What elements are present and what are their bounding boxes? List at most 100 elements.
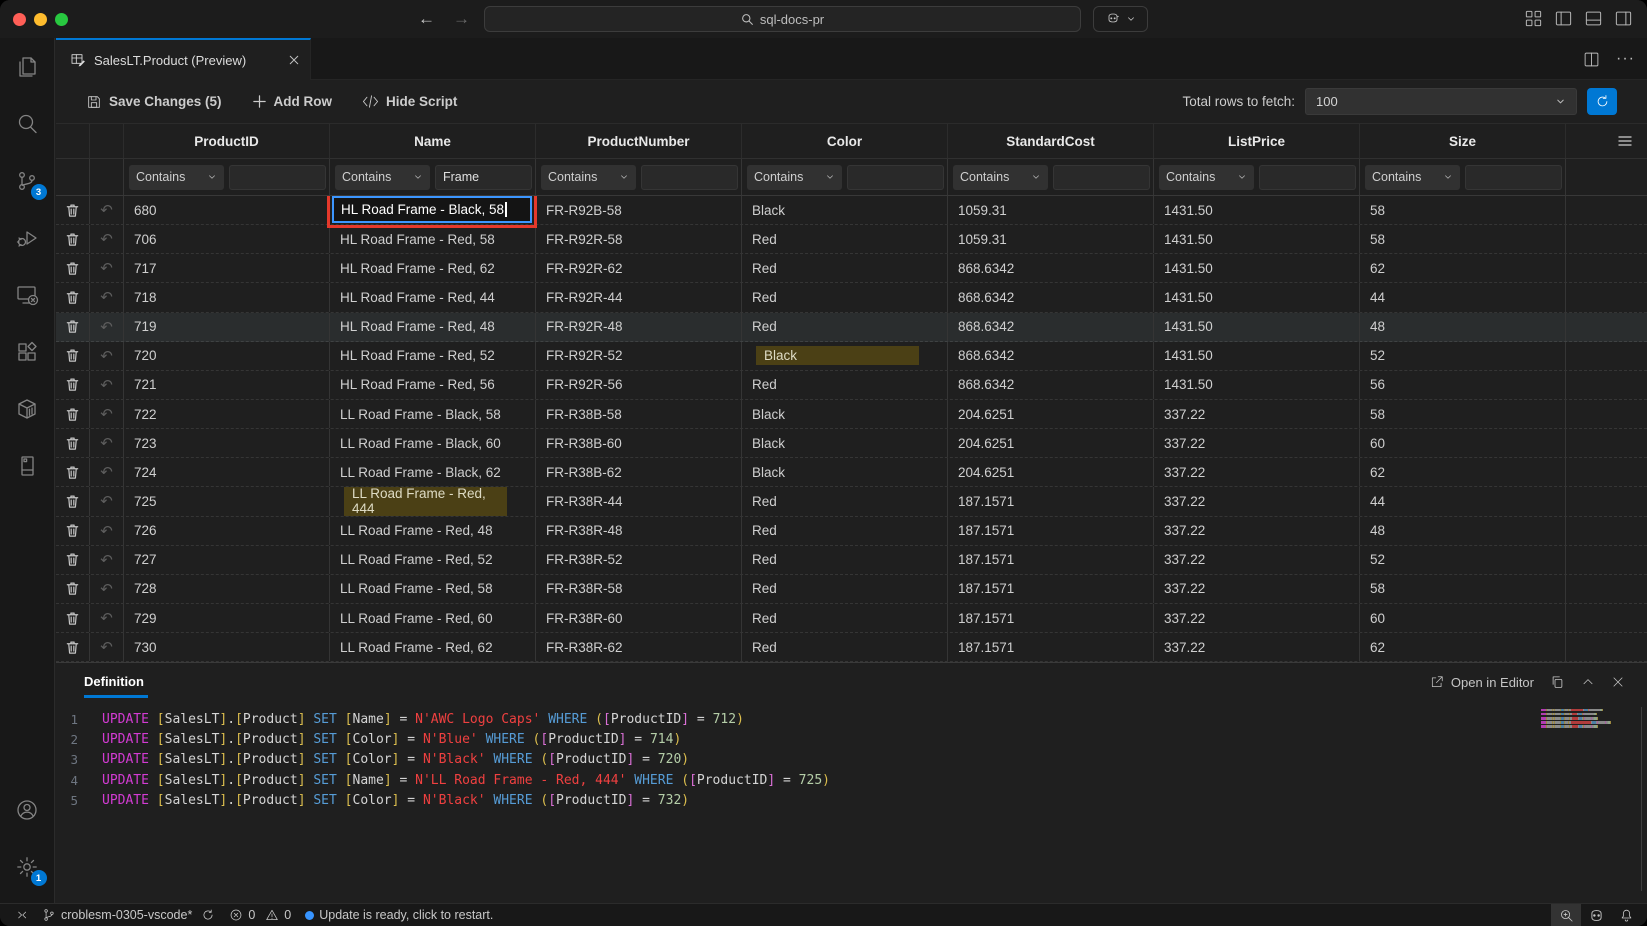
cell-size[interactable]: 62 [1360,458,1566,486]
cell-size[interactable]: 60 [1360,604,1566,632]
delete-row-button[interactable] [56,517,90,545]
close-panel-icon[interactable] [1611,675,1625,689]
undo-row-button[interactable]: ↶ [90,196,124,224]
cell-name[interactable]: HL Road Frame - Black, 58 [330,196,536,224]
cell-name[interactable]: HL Road Frame - Red, 48 [330,313,536,341]
cell-cost[interactable]: 868.6342 [948,283,1154,311]
problems-status-item[interactable]: 0 0 [229,908,291,922]
cell-color[interactable]: Black [742,429,948,457]
chevron-up-icon[interactable] [1581,675,1595,689]
cell-cost[interactable]: 204.6251 [948,400,1154,428]
delete-row-button[interactable] [56,371,90,399]
sidebar-item-explorer[interactable] [0,38,55,95]
cell-color[interactable]: Red [742,313,948,341]
cell-cost[interactable]: 868.6342 [948,371,1154,399]
cell-color[interactable]: Red [742,225,948,253]
tab-saleslt-product[interactable]: SalesLT.Product (Preview) [56,38,311,80]
toggle-secondary-sidebar-icon[interactable] [1614,9,1633,28]
sidebar-item-database[interactable] [0,437,55,494]
cell-price[interactable]: 1431.50 [1154,254,1360,282]
cell-id[interactable]: 729 [124,604,330,632]
cell-number[interactable]: FR-R92R-52 [536,342,742,370]
cell-cost[interactable]: 204.6251 [948,458,1154,486]
cell-size[interactable]: 52 [1360,342,1566,370]
cell-price[interactable]: 1431.50 [1154,283,1360,311]
toggle-primary-sidebar-icon[interactable] [1554,9,1573,28]
cell-id[interactable]: 726 [124,517,330,545]
cell-cost[interactable]: 187.1571 [948,575,1154,603]
filter-operator-dropdown[interactable]: Contains [1365,165,1460,190]
refresh-button[interactable] [1587,88,1617,115]
undo-row-button[interactable]: ↶ [90,487,124,515]
cell-size[interactable]: 58 [1360,400,1566,428]
cell-cost[interactable]: 187.1571 [948,633,1154,661]
filter-operator-dropdown[interactable]: Contains [953,165,1048,190]
command-center-search[interactable]: sql-docs-pr [484,6,1081,32]
cell-size[interactable]: 60 [1360,429,1566,457]
sql-code-editor[interactable]: 1UPDATE [SalesLT].[Product] SET [Name] =… [56,701,1647,811]
cell-number[interactable]: FR-R38B-62 [536,458,742,486]
filter-operator-dropdown[interactable]: Contains [129,165,224,190]
update-status-item[interactable]: Update is ready, click to restart. [305,908,493,922]
cell-id[interactable]: 721 [124,371,330,399]
remote-indicator[interactable] [14,908,28,922]
account-button[interactable] [0,781,55,838]
column-header-productnumber[interactable]: ProductNumber [536,124,742,158]
cell-number[interactable]: FR-R38R-52 [536,546,742,574]
save-changes-button[interactable]: Save Changes (5) [86,94,222,110]
cell-name[interactable]: HL Road Frame - Red, 52 [330,342,536,370]
cell-name[interactable]: LL Road Frame - Red, 444 [330,487,536,515]
toggle-panel-icon[interactable] [1584,9,1603,28]
cell-size[interactable]: 62 [1360,633,1566,661]
cell-id[interactable]: 680 [124,196,330,224]
delete-row-button[interactable] [56,458,90,486]
cell-cost[interactable]: 1059.31 [948,196,1154,224]
delete-row-button[interactable] [56,487,90,515]
cell-size[interactable]: 56 [1360,371,1566,399]
cell-color[interactable]: Red [742,254,948,282]
customize-layout-icon[interactable] [1524,9,1543,28]
cell-color[interactable]: Black [742,458,948,486]
cell-cost[interactable]: 868.6342 [948,254,1154,282]
filter-value-input[interactable] [847,165,944,190]
cell-price[interactable]: 337.22 [1154,487,1360,515]
open-in-editor-button[interactable]: Open in Editor [1430,675,1534,690]
cell-id[interactable]: 706 [124,225,330,253]
delete-row-button[interactable] [56,400,90,428]
cell-id[interactable]: 725 [124,487,330,515]
delete-row-button[interactable] [56,254,90,282]
cell-number[interactable]: FR-R38R-60 [536,604,742,632]
definition-tab[interactable]: Definition [84,674,144,691]
cell-price[interactable]: 337.22 [1154,604,1360,632]
maximize-window-button[interactable] [55,13,68,26]
cell-price[interactable]: 1431.50 [1154,342,1360,370]
filter-value-input[interactable]: Frame [435,165,532,190]
column-header-name[interactable]: Name [330,124,536,158]
cell-size[interactable]: 52 [1360,546,1566,574]
cell-name[interactable]: HL Road Frame - Red, 62 [330,254,536,282]
undo-row-button[interactable]: ↶ [90,283,124,311]
cell-cost[interactable]: 187.1571 [948,487,1154,515]
cell-id[interactable]: 720 [124,342,330,370]
copy-icon[interactable] [1550,675,1565,690]
cell-color[interactable]: Black [742,342,948,370]
cell-number[interactable]: FR-R38B-60 [536,429,742,457]
sidebar-item-extensions[interactable] [0,323,55,380]
split-editor-icon[interactable] [1583,51,1600,68]
cell-name[interactable]: LL Road Frame - Black, 60 [330,429,536,457]
close-window-button[interactable] [13,13,26,26]
minimize-window-button[interactable] [34,13,47,26]
undo-row-button[interactable]: ↶ [90,429,124,457]
cell-price[interactable]: 1431.50 [1154,196,1360,224]
cell-price[interactable]: 337.22 [1154,400,1360,428]
delete-row-button[interactable] [56,342,90,370]
cell-name[interactable]: HL Road Frame - Red, 44 [330,283,536,311]
delete-row-button[interactable] [56,429,90,457]
delete-row-button[interactable] [56,575,90,603]
cell-size[interactable]: 44 [1360,487,1566,515]
cell-cost[interactable]: 868.6342 [948,313,1154,341]
filter-value-input[interactable] [1465,165,1562,190]
column-header-color[interactable]: Color [742,124,948,158]
column-header-listprice[interactable]: ListPrice [1154,124,1360,158]
cell-color[interactable]: Red [742,546,948,574]
